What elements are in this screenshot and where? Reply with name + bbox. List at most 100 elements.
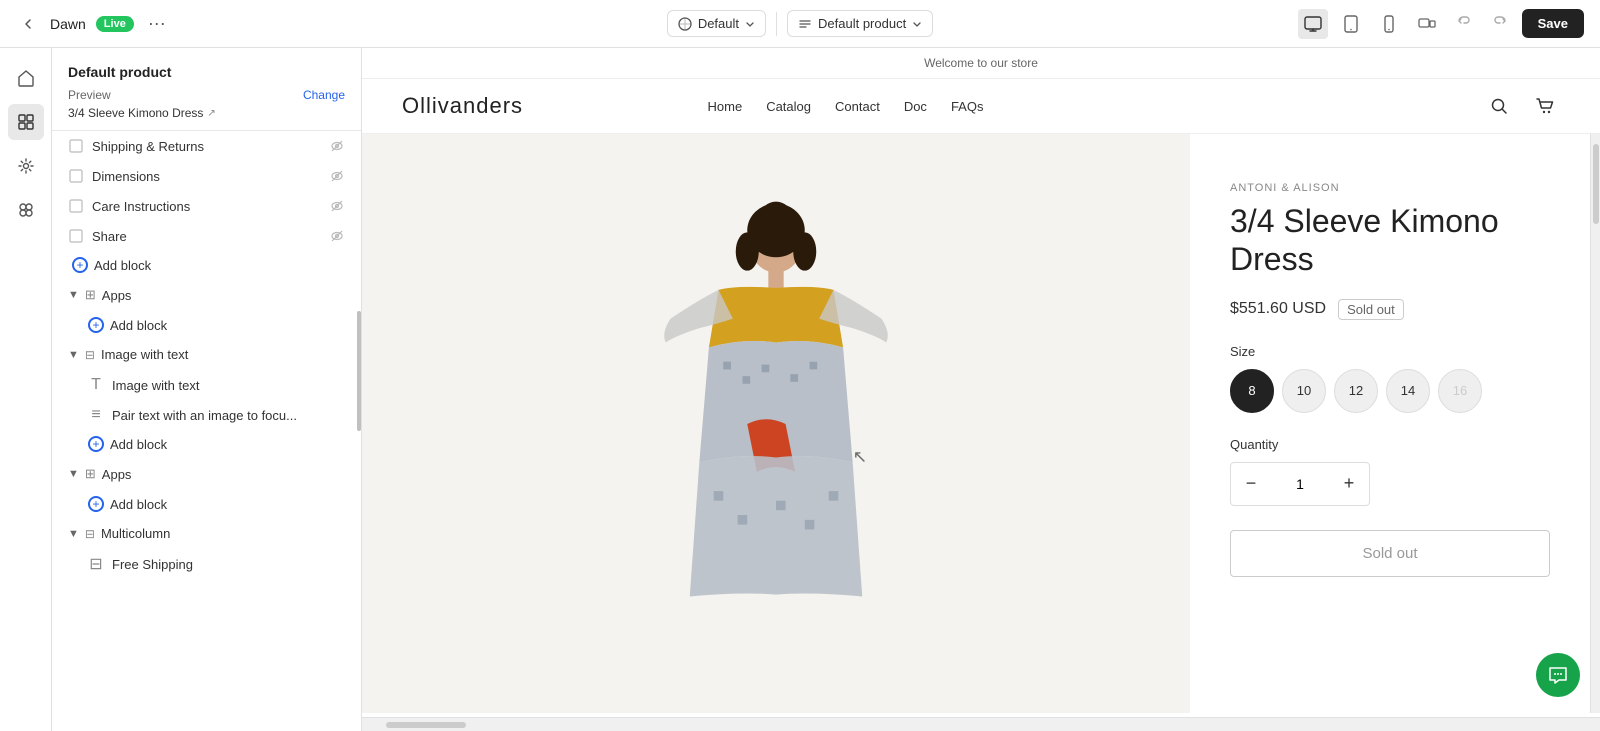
section-item-free-shipping[interactable]: ⊟ Free Shipping xyxy=(52,549,361,579)
section-item-image-text[interactable]: T Image with text xyxy=(52,370,361,400)
change-button[interactable]: Change xyxy=(303,88,345,102)
multicolumn-label: Multicolumn xyxy=(101,526,170,541)
theme-selector[interactable]: Default xyxy=(667,10,766,37)
panel-header: Default product Preview Change 3/4 Sleev… xyxy=(52,48,361,131)
back-button[interactable] xyxy=(16,12,40,36)
product-preview-name: 3/4 Sleeve Kimono Dress xyxy=(68,106,203,120)
apps-2-label: Apps xyxy=(102,467,132,482)
sidebar-settings-button[interactable] xyxy=(8,148,44,184)
size-label: Size xyxy=(1230,344,1550,359)
announcement-text: Welcome to our store xyxy=(924,56,1038,70)
nav-doc[interactable]: Doc xyxy=(904,99,927,114)
apps-1-icon: ⊞ xyxy=(85,287,96,303)
section-item-dimensions[interactable]: Dimensions xyxy=(52,161,361,191)
add-circle-icon-3: + xyxy=(88,436,104,452)
sidebar-sections-button[interactable] xyxy=(8,104,44,140)
free-shipping-label: Free Shipping xyxy=(112,557,193,572)
preview-row: Preview Change xyxy=(68,88,345,102)
store-nav: Ollivanders Home Catalog Contact Doc FAQ… xyxy=(362,79,1600,134)
topbar-center: Default Default product xyxy=(543,10,1058,37)
collapse-arrow-3: ▼ xyxy=(68,468,79,480)
sidebar-apps-button[interactable] xyxy=(8,192,44,228)
image-with-text-header[interactable]: ▼ ⊟ Image with text xyxy=(52,339,361,370)
visibility-icon-2 xyxy=(329,168,345,184)
product-gallery: ↖ xyxy=(362,134,1190,713)
add-circle-icon: + xyxy=(72,257,88,273)
product-selector[interactable]: Default product xyxy=(787,10,933,37)
store-cart-button[interactable] xyxy=(1530,91,1560,121)
divider xyxy=(776,12,777,36)
section-item-pair-text[interactable]: ≡ Pair text with an image to focu... xyxy=(52,400,361,430)
redo-button[interactable] xyxy=(1486,8,1514,39)
preview-frame: Welcome to our store Ollivanders Home Ca… xyxy=(362,48,1600,717)
mobile-view-button[interactable] xyxy=(1374,9,1404,39)
save-button[interactable]: Save xyxy=(1522,9,1584,38)
visibility-icon xyxy=(329,138,345,154)
product-preview: 3/4 Sleeve Kimono Dress ↗ xyxy=(68,106,345,120)
topbar: Dawn Live ··· Default Default product xyxy=(0,0,1600,48)
main-layout: Default product Preview Change 3/4 Sleev… xyxy=(0,48,1600,731)
nav-catalog[interactable]: Catalog xyxy=(766,99,811,114)
apps-1-header[interactable]: ▼ ⊞ Apps xyxy=(52,279,361,311)
share-label: Share xyxy=(92,229,127,244)
horizontal-scrollbar[interactable] xyxy=(362,717,1600,731)
collapse-arrow-1: ▼ xyxy=(68,289,79,301)
add-circle-icon-2: + xyxy=(88,317,104,333)
vertical-scrollbar[interactable] xyxy=(1590,134,1600,713)
image-with-text-icon: ⊟ xyxy=(85,348,95,362)
size-10[interactable]: 10 xyxy=(1282,369,1326,413)
section-item-shipping[interactable]: Shipping & Returns xyxy=(52,131,361,161)
undo-button[interactable] xyxy=(1450,8,1478,39)
apps-2-header[interactable]: ▼ ⊞ Apps xyxy=(52,458,361,490)
store-nav-links: Home Catalog Contact Doc FAQs xyxy=(708,99,1255,114)
desktop-view-button[interactable] xyxy=(1298,9,1328,39)
nav-home[interactable]: Home xyxy=(708,99,743,114)
product-image: ↖ xyxy=(606,184,946,664)
add-block-label-1: Add block xyxy=(94,258,151,273)
store-logo: Ollivanders xyxy=(402,93,676,119)
multicolumn-header[interactable]: ▼ ⊟ Multicolumn xyxy=(52,518,361,549)
sidebar-home-button[interactable] xyxy=(8,60,44,96)
chat-bubble-button[interactable] xyxy=(1536,653,1580,697)
collapse-arrow-2: ▼ xyxy=(68,349,79,361)
section-expand-icon xyxy=(68,138,84,154)
section-expand-icon-2 xyxy=(68,168,84,184)
apps-1-label: Apps xyxy=(102,288,132,303)
tablet-view-button[interactable] xyxy=(1336,9,1366,39)
dress-svg: ↖ xyxy=(636,194,916,654)
quantity-increase[interactable]: + xyxy=(1329,463,1369,505)
responsive-view-button[interactable] xyxy=(1412,9,1442,39)
section-item-share[interactable]: Share xyxy=(52,221,361,251)
quantity-label: Quantity xyxy=(1230,437,1550,452)
sold-out-button[interactable]: Sold out xyxy=(1230,530,1550,577)
add-block-1[interactable]: + Add block xyxy=(52,251,361,279)
size-14[interactable]: 14 xyxy=(1386,369,1430,413)
quantity-decrease[interactable]: − xyxy=(1231,463,1271,505)
section-item-care[interactable]: Care Instructions xyxy=(52,191,361,221)
visibility-icon-3 xyxy=(329,198,345,214)
nav-contact[interactable]: Contact xyxy=(835,99,880,114)
dimensions-label: Dimensions xyxy=(92,169,160,184)
nav-faqs[interactable]: FAQs xyxy=(951,99,984,114)
add-block-label-2: Add block xyxy=(110,318,167,333)
svg-text:↖: ↖ xyxy=(853,446,867,466)
sidebar-icons xyxy=(0,48,52,731)
size-8[interactable]: 8 xyxy=(1230,369,1274,413)
store-search-button[interactable] xyxy=(1484,91,1514,121)
panel-content: Shipping & Returns Dimensions xyxy=(52,131,361,595)
add-block-3[interactable]: + Add block xyxy=(52,430,361,458)
size-16[interactable]: 16 xyxy=(1438,369,1482,413)
image-text-sub1-label: Image with text xyxy=(112,378,199,393)
section-expand-icon-3 xyxy=(68,198,84,214)
left-panel: Default product Preview Change 3/4 Sleev… xyxy=(52,48,362,731)
add-block-4[interactable]: + Add block xyxy=(52,490,361,518)
brand-name: ANTONI & ALISON xyxy=(1230,182,1550,194)
more-button[interactable]: ··· xyxy=(144,9,170,38)
collapse-arrow-4: ▼ xyxy=(68,528,79,540)
size-12[interactable]: 12 xyxy=(1334,369,1378,413)
size-options: 8 10 12 14 16 xyxy=(1230,369,1550,413)
shipping-label: Shipping & Returns xyxy=(92,139,204,154)
image-with-text-label: Image with text xyxy=(101,347,188,362)
quantity-value: 1 xyxy=(1271,476,1329,492)
add-block-2[interactable]: + Add block xyxy=(52,311,361,339)
